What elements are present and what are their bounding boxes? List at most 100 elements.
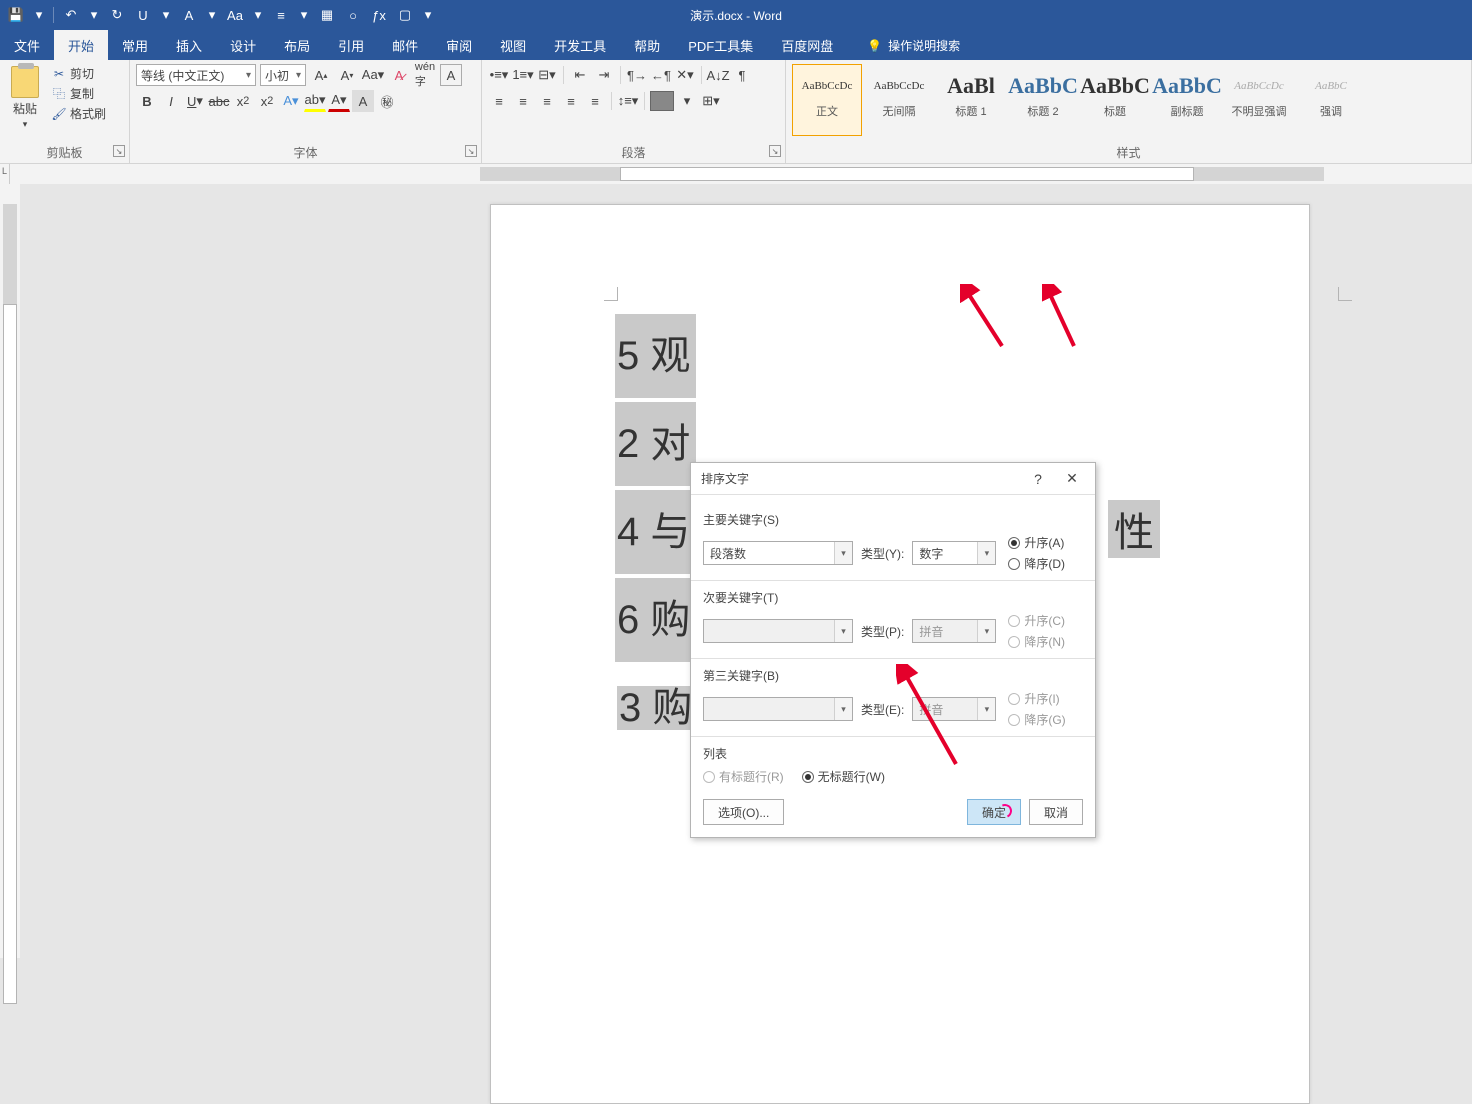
increase-indent-button[interactable]: ⇥	[593, 64, 615, 86]
align-right-button[interactable]: ≡	[536, 90, 558, 112]
numbering-button[interactable]: 1≡▾	[512, 64, 534, 86]
has-header-radio[interactable]: 有标题行(R)	[703, 768, 784, 785]
shading-button[interactable]	[650, 91, 674, 111]
borders-button[interactable]: ⊞▾	[700, 90, 722, 112]
asian-layout-button[interactable]: ✕▾	[674, 64, 696, 86]
tab-design[interactable]: 设计	[216, 30, 270, 60]
third-desc-radio[interactable]: 降序(G)	[1008, 711, 1065, 728]
help-button[interactable]: ?	[1025, 471, 1051, 487]
secondary-asc-radio[interactable]: 升序(C)	[1008, 612, 1065, 629]
format-painter-button[interactable]: 🖌格式刷	[48, 104, 110, 123]
decrease-font-button[interactable]: A▾	[336, 64, 358, 86]
qat-case[interactable]: Aa	[223, 3, 247, 27]
tab-review[interactable]: 审阅	[432, 30, 486, 60]
bullets-button[interactable]: •≡▾	[488, 64, 510, 86]
secondary-type-combo[interactable]: 拼音▾	[912, 619, 996, 643]
secondary-key-combo[interactable]: ▾	[703, 619, 853, 643]
style-normal[interactable]: AaBbCcDc正文	[792, 64, 862, 136]
text-effects-button[interactable]: A▾	[280, 90, 302, 112]
options-button[interactable]: 选项(O)...	[703, 799, 784, 825]
tab-view[interactable]: 视图	[486, 30, 540, 60]
shading-dropdown[interactable]: ▾	[676, 90, 698, 112]
chevron-down-icon[interactable]: ▾	[23, 119, 28, 130]
cancel-button[interactable]: 取消	[1029, 799, 1083, 825]
tab-file[interactable]: 文件	[0, 30, 54, 60]
clipboard-launcher[interactable]: ↘	[113, 145, 125, 157]
font-launcher[interactable]: ↘	[465, 145, 477, 157]
sort-button[interactable]: A↓Z	[707, 64, 729, 86]
style-heading2[interactable]: AaBbC标题 2	[1008, 64, 1078, 136]
qat-fx[interactable]: ƒx	[367, 3, 391, 27]
qat-new[interactable]: ▢	[393, 3, 417, 27]
style-subtle[interactable]: AaBbCcDc不明显强调	[1224, 64, 1294, 136]
distribute-button[interactable]: ≡	[584, 90, 606, 112]
line-spacing-button[interactable]: ↕≡▾	[617, 90, 639, 112]
char-shading-button[interactable]: A	[352, 90, 374, 112]
close-button[interactable]: ✕	[1059, 470, 1085, 487]
qat-underline[interactable]: U	[131, 3, 155, 27]
show-marks-button[interactable]: ¶	[731, 64, 753, 86]
primary-asc-radio[interactable]: 升序(A)	[1008, 534, 1065, 551]
style-heading1[interactable]: AaBl标题 1	[936, 64, 1006, 136]
style-subtitle[interactable]: AaBbC副标题	[1152, 64, 1222, 136]
qat-font[interactable]: A	[177, 3, 201, 27]
change-case-button[interactable]: Aa▾	[362, 64, 384, 86]
qat-circle[interactable]: ○	[341, 3, 365, 27]
tab-mailings[interactable]: 邮件	[378, 30, 432, 60]
rtl-button[interactable]: ←¶	[650, 64, 672, 86]
tab-help[interactable]: 帮助	[620, 30, 674, 60]
secondary-desc-radio[interactable]: 降序(N)	[1008, 633, 1065, 650]
tab-baidu[interactable]: 百度网盘	[767, 30, 847, 60]
highlight-button[interactable]: ab▾	[304, 90, 326, 112]
ltr-button[interactable]: ¶→	[626, 64, 648, 86]
tell-me-search[interactable]: 💡 操作说明搜索	[857, 31, 970, 60]
phonetic-button[interactable]: wén字	[414, 64, 436, 86]
font-size-combo[interactable]: 小初▾	[260, 64, 306, 86]
paste-button[interactable]: 粘贴 ▾	[6, 64, 44, 139]
ok-button[interactable]: 确定	[967, 799, 1021, 825]
chevron-down-icon[interactable]: ▾	[157, 3, 175, 27]
tab-layout[interactable]: 布局	[270, 30, 324, 60]
align-center-button[interactable]: ≡	[512, 90, 534, 112]
horizontal-ruler[interactable]	[10, 164, 1472, 184]
chevron-down-icon[interactable]: ▾	[30, 3, 48, 27]
chevron-down-icon[interactable]: ▾	[295, 3, 313, 27]
superscript-button[interactable]: x2	[256, 90, 278, 112]
justify-button[interactable]: ≡	[560, 90, 582, 112]
tab-home[interactable]: 开始	[54, 30, 108, 60]
align-left-button[interactable]: ≡	[488, 90, 510, 112]
multilevel-button[interactable]: ⊟▾	[536, 64, 558, 86]
chevron-down-icon[interactable]: ▾	[249, 3, 267, 27]
tab-insert[interactable]: 插入	[162, 30, 216, 60]
qat-undo[interactable]: ↶	[59, 3, 83, 27]
tab-references[interactable]: 引用	[324, 30, 378, 60]
tab-developer[interactable]: 开发工具	[540, 30, 620, 60]
primary-key-combo[interactable]: 段落数▾	[703, 541, 853, 565]
third-type-combo[interactable]: 拼音▾	[912, 697, 996, 721]
font-name-combo[interactable]: 等线 (中文正文)▾	[136, 64, 256, 86]
style-title[interactable]: AaBbC标题	[1080, 64, 1150, 136]
style-emphasis[interactable]: AaBbC强调	[1296, 64, 1366, 136]
decrease-indent-button[interactable]: ⇤	[569, 64, 591, 86]
primary-desc-radio[interactable]: 降序(D)	[1008, 555, 1065, 572]
char-border-button[interactable]: A	[440, 64, 462, 86]
third-asc-radio[interactable]: 升序(I)	[1008, 690, 1065, 707]
no-header-radio[interactable]: 无标题行(W)	[802, 768, 885, 785]
tab-common[interactable]: 常用	[108, 30, 162, 60]
strike-button[interactable]: abc	[208, 90, 230, 112]
qat-table[interactable]: ▦	[315, 3, 339, 27]
tab-selector[interactable]: L	[0, 164, 10, 184]
qat-save[interactable]: 💾	[4, 3, 28, 27]
clear-format-button[interactable]: A̷	[388, 64, 410, 86]
qat-list[interactable]: ≡	[269, 3, 293, 27]
underline-button[interactable]: U▾	[184, 90, 206, 112]
vertical-ruler[interactable]	[0, 184, 20, 958]
cut-button[interactable]: ✂剪切	[48, 64, 110, 83]
bold-button[interactable]: B	[136, 90, 158, 112]
enclose-char-button[interactable]: ㊙	[376, 90, 398, 112]
qat-redo[interactable]: ↻	[105, 3, 129, 27]
styles-gallery[interactable]: AaBbCcDc正文 AaBbCcDc无间隔 AaBl标题 1 AaBbC标题 …	[792, 64, 1465, 136]
italic-button[interactable]: I	[160, 90, 182, 112]
qat-customize[interactable]: ▾	[419, 3, 437, 27]
paragraph-launcher[interactable]: ↘	[769, 145, 781, 157]
